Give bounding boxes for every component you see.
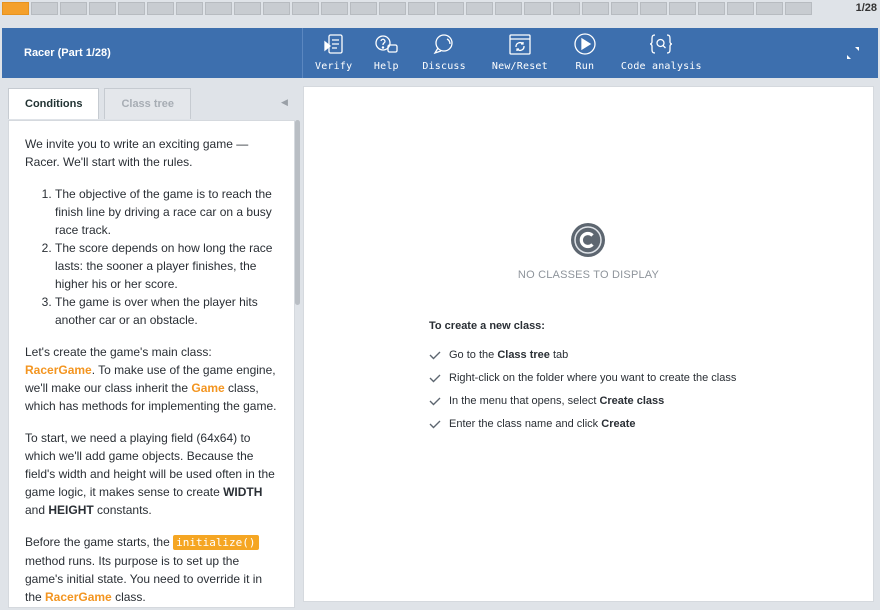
progress-segment[interactable] [669,1,696,15]
toolbar: Verify Help Discuss New/Reset Run Code a… [303,28,702,78]
progress-segment[interactable] [379,1,406,15]
verify-label: Verify [315,61,353,72]
task-title: Racer (Part 1/28) [24,47,111,59]
step-item: Go to the Class tree tab [429,343,736,366]
progress-segment[interactable] [205,1,232,15]
scrollbar-thumb[interactable] [295,120,300,305]
left-panel: Conditions Class tree ◀ We invite you to… [2,80,301,608]
progress-segment[interactable] [437,1,464,15]
playing-field-paragraph: To start, we need a playing field (64x64… [25,431,275,517]
constant-width: WIDTH [223,485,263,499]
help-label: Help [373,61,399,72]
progress-counter: 1/28 [855,2,877,14]
code-analysis-icon [650,34,673,54]
new-reset-label: New/Reset [491,61,548,72]
progress-segment[interactable] [408,1,435,15]
rule-item: The game is over when the player hits an… [55,293,280,329]
tab-class-tree[interactable]: Class tree [104,88,192,119]
progress-segment[interactable] [118,1,145,15]
left-tabs: Conditions Class tree [8,88,192,119]
progress-segment[interactable] [147,1,174,15]
progress-segment[interactable] [321,1,348,15]
check-icon [429,351,441,359]
intro-paragraph: We invite you to write an exciting game … [25,137,249,169]
verify-icon [324,34,343,54]
progress-segment[interactable] [698,1,725,15]
how-to-title: To create a new class: [429,320,545,332]
check-icon [429,397,441,405]
progress-segment[interactable] [640,1,667,15]
progress-segment[interactable] [176,1,203,15]
how-to-steps: Go to the Class tree tab Right-click on … [429,343,736,435]
progress-segment[interactable] [263,1,290,15]
class-c-icon [571,223,605,257]
progress-segment[interactable] [727,1,754,15]
progress-segment[interactable] [31,1,58,15]
progress-segments [2,1,847,15]
progress-segment[interactable] [60,1,87,15]
progress-segment[interactable] [611,1,638,15]
step-item: Enter the class name and click Create [429,412,736,435]
rule-item: The score depends on how long the race l… [55,239,280,293]
discuss-icon [433,34,453,55]
progress-segment[interactable] [89,1,116,15]
code-initialize: initialize() [173,535,259,550]
main-class-paragraph: Let's create the game's main class: Race… [25,345,277,413]
code-analysis-label: Code analysis [620,61,702,72]
step-item: Right-click on the folder where you want… [429,366,736,389]
class-name-game: Game [191,381,225,395]
verify-button[interactable]: Verify [315,32,352,72]
collapse-panel-icon[interactable]: ◀ [281,97,288,108]
help-button[interactable]: Help [372,32,400,72]
class-name-racergame: RacerGame [25,363,92,377]
empty-state-text: NO CLASSES TO DISPLAY [517,269,660,281]
rule-item: The objective of the game is to reach th… [55,185,280,239]
progress-segment[interactable] [785,1,812,15]
reset-icon [509,34,531,55]
tab-conditions[interactable]: Conditions [8,88,100,119]
progress-segment[interactable] [582,1,609,15]
progress-segment[interactable] [466,1,493,15]
progress-segment[interactable] [524,1,551,15]
progress-segment[interactable] [553,1,580,15]
discuss-label: Discuss [422,61,466,72]
conditions-content: We invite you to write an exciting game … [8,120,295,608]
check-icon [429,420,441,428]
class-name-racergame-2: RacerGame [45,590,112,604]
progress-segment[interactable] [495,1,522,15]
run-label: Run [575,61,595,72]
initialize-paragraph: Before the game starts, the initialize()… [25,535,263,604]
expand-icon[interactable] [846,46,860,60]
help-icon [375,35,398,53]
run-button[interactable]: Run [571,32,599,72]
rules-list: The objective of the game is to reach th… [39,185,280,329]
progress-segment[interactable] [350,1,377,15]
code-analysis-button[interactable]: Code analysis [621,32,702,72]
progress-segment[interactable] [756,1,783,15]
task-header: Racer (Part 1/28) Verify Help Discuss Ne… [2,28,878,78]
discuss-button[interactable]: Discuss [422,32,466,72]
run-icon [574,33,596,55]
constant-height: HEIGHT [48,503,94,517]
step-item: In the menu that opens, select Create cl… [429,389,736,412]
progress-strip: 1/28 [0,0,880,16]
check-icon [429,374,441,382]
progress-segment[interactable] [234,1,261,15]
progress-segment[interactable] [292,1,319,15]
progress-segment[interactable] [2,1,29,15]
class-panel: NO CLASSES TO DISPLAY To create a new cl… [303,86,874,602]
new-reset-button[interactable]: New/Reset [492,32,548,72]
